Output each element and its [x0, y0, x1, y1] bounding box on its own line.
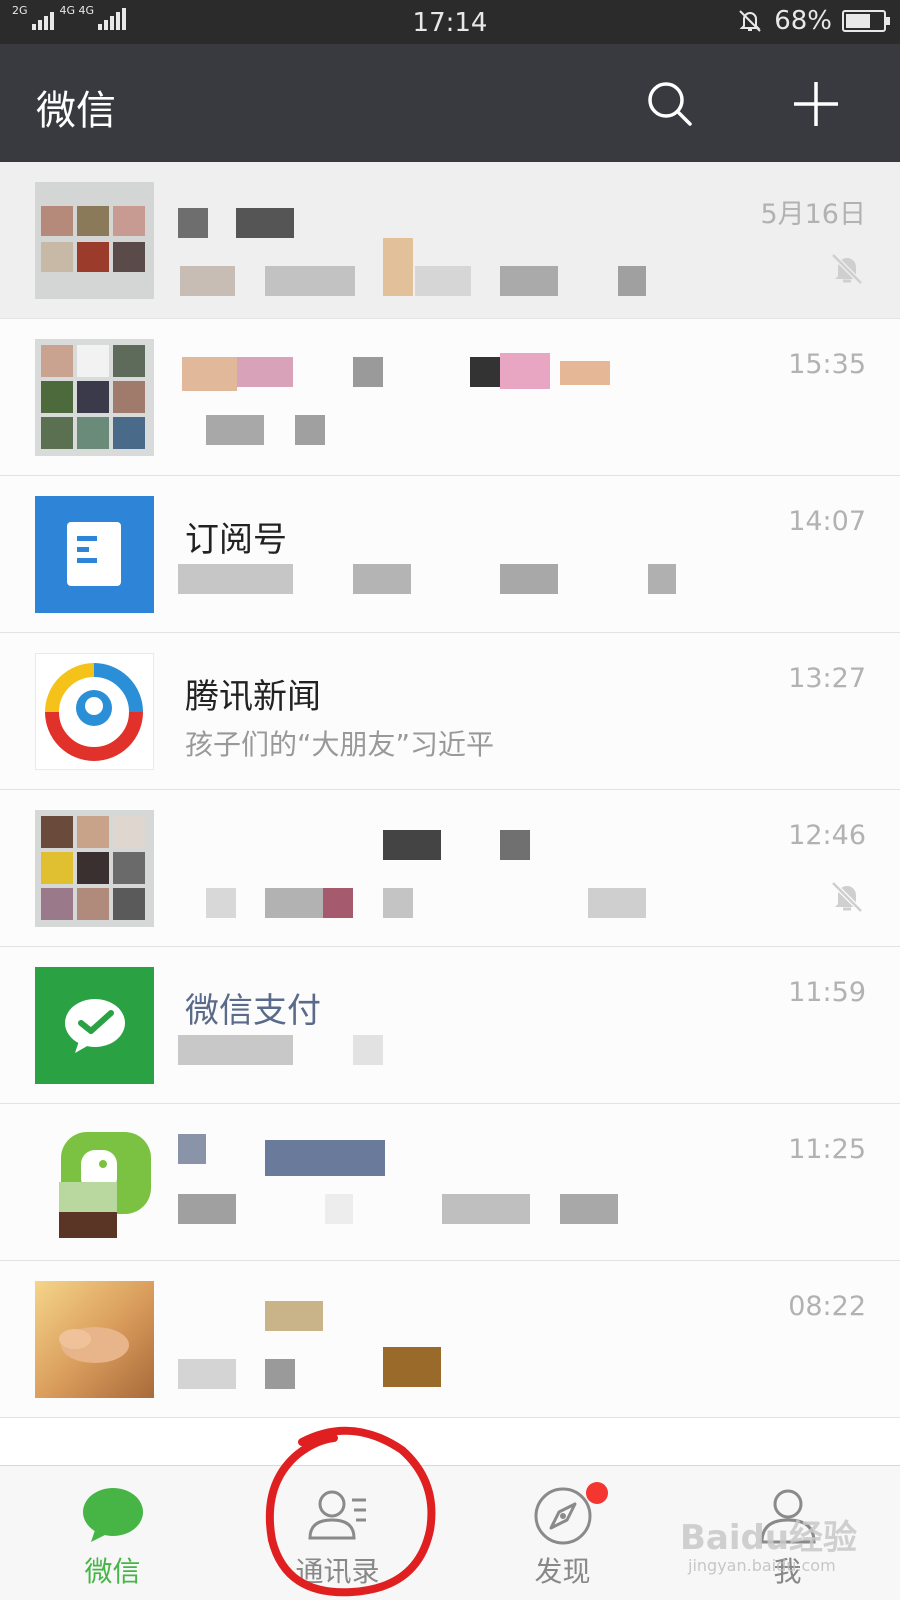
nav-tab-chats[interactable]: 微信	[0, 1466, 225, 1600]
status-right: 68%	[736, 6, 890, 36]
contact-avatar	[35, 1281, 154, 1398]
mute-bell-icon	[831, 253, 863, 285]
chat-time: 15:35	[788, 349, 866, 380]
chat-time: 11:25	[788, 1134, 866, 1165]
subscription-avatar	[35, 496, 154, 613]
group-avatar	[35, 339, 154, 456]
plus-icon[interactable]	[792, 80, 840, 128]
chat-list: 5月16日 15:35 订阅号 14:07 腾讯新闻 孩子们的“大朋友”习近平 …	[0, 162, 900, 1465]
chat-bubble-icon	[82, 1488, 143, 1542]
group-avatar	[35, 182, 154, 299]
compass-icon	[534, 1487, 591, 1545]
mute-bell-icon	[831, 881, 863, 913]
chat-row[interactable]: 微信支付 11:59	[0, 947, 900, 1104]
battery-percent: 68%	[774, 6, 832, 36]
app-title: 微信	[36, 88, 116, 134]
chat-time: 5月16日	[760, 199, 866, 230]
nav-label: 发现	[534, 1555, 591, 1588]
document-icon	[67, 522, 121, 586]
chat-row[interactable]: 5月16日	[0, 162, 900, 319]
chat-name: 腾讯新闻	[185, 677, 321, 717]
app-header: 微信	[0, 44, 900, 162]
chat-time: 11:59	[788, 977, 866, 1008]
chat-time: 13:27	[788, 663, 866, 694]
chat-name: 微信支付	[185, 991, 321, 1031]
chat-row[interactable]: 订阅号 14:07	[0, 476, 900, 633]
chat-preview: 孩子们的“大朋友”习近平	[185, 728, 495, 761]
wechat-pay-logo-icon	[65, 999, 125, 1053]
nav-tab-discover[interactable]: 发现	[450, 1466, 675, 1600]
chat-row[interactable]: 12:46	[0, 790, 900, 947]
baidu-watermark-url: jingyan.baidu.com	[688, 1556, 836, 1575]
baidu-watermark-logo: Baidu经验	[680, 1518, 858, 1558]
battery-icon	[842, 10, 890, 32]
app-avatar	[35, 1124, 154, 1241]
chat-row[interactable]: 11:25	[0, 1104, 900, 1261]
status-bar: 2G 4G 4G 17:14 68%	[0, 0, 900, 44]
nav-label: 微信	[84, 1555, 141, 1588]
holding-hands-image-icon	[59, 1327, 129, 1363]
chat-time: 14:07	[788, 506, 866, 537]
group-avatar	[35, 810, 154, 927]
nav-label: 通讯录	[295, 1555, 380, 1588]
chat-name: 订阅号	[185, 520, 287, 560]
tencent-news-avatar	[35, 653, 154, 770]
tencent-news-logo-icon	[45, 663, 143, 761]
search-icon[interactable]	[646, 80, 694, 128]
notification-badge	[586, 1482, 608, 1504]
chat-row[interactable]: 腾讯新闻 孩子们的“大朋友”习近平 13:27	[0, 633, 900, 790]
chat-row[interactable]: 08:22	[0, 1261, 900, 1418]
chat-time: 08:22	[788, 1291, 866, 1322]
battery-level	[846, 14, 871, 28]
bell-muted-icon	[739, 10, 761, 32]
wechat-pay-avatar	[35, 967, 154, 1084]
contacts-icon	[307, 1490, 366, 1540]
nav-tab-contacts[interactable]: 通讯录	[225, 1466, 450, 1600]
chat-row[interactable]: 15:35	[0, 319, 900, 476]
chat-time: 12:46	[788, 820, 866, 851]
green-bird-logo-icon	[59, 1132, 151, 1238]
